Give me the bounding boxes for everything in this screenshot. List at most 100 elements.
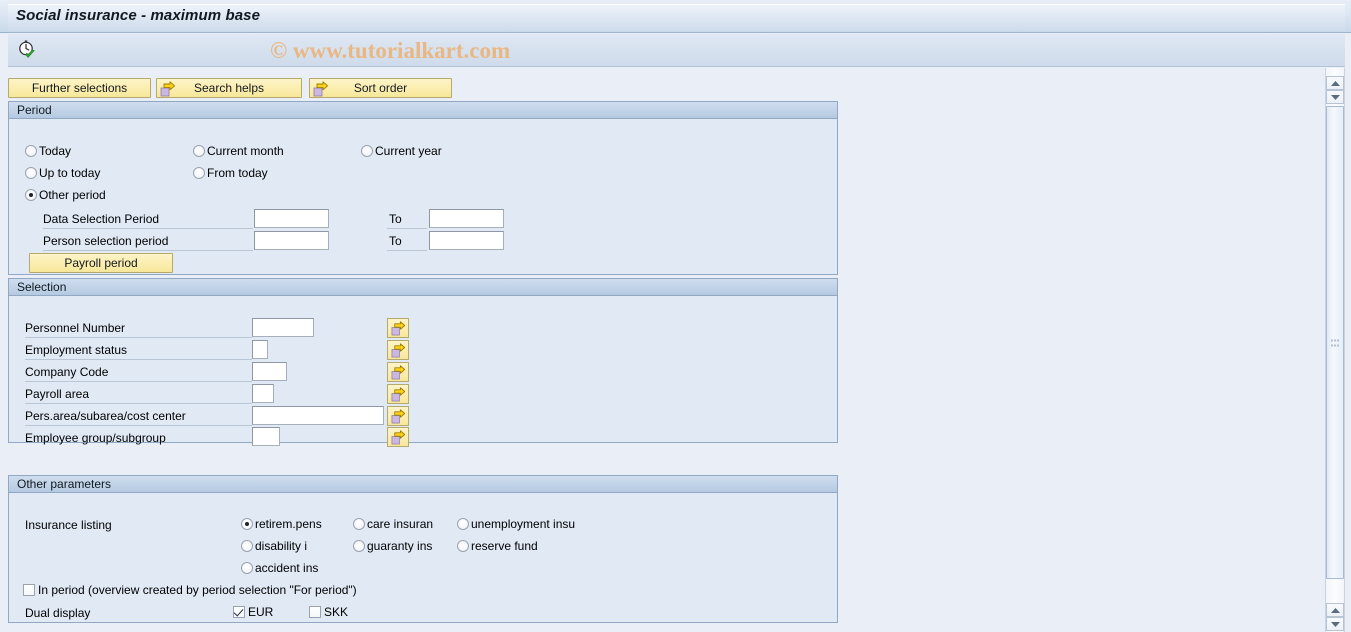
person-selection-period-to-input[interactable] [429, 231, 504, 250]
radio-disability-i[interactable]: disability i [241, 539, 307, 553]
search-helps-button[interactable]: Search helps [156, 78, 302, 98]
selection-group-body: Personnel Number Employment status Compa… [9, 296, 837, 447]
watermark-text: © www.tutorialkart.com [270, 38, 511, 63]
radio-circle [361, 145, 373, 157]
data-selection-period-from-input[interactable] [254, 209, 329, 228]
radio-circle [241, 518, 253, 530]
selection-group-title: Selection [9, 279, 837, 296]
dual-display-eur-checkbox[interactable]: EUR [233, 605, 273, 619]
other-parameters-group: Other parameters Insurance listing retir… [8, 475, 838, 623]
radio-circle [25, 145, 37, 157]
payroll-area-input[interactable] [252, 384, 274, 403]
radio-circle [457, 518, 469, 530]
radio-current-month[interactable]: Current month [193, 144, 284, 158]
personnel-number-input[interactable] [252, 318, 314, 337]
radio-circle [241, 562, 253, 574]
scroll-up-button-bottom[interactable] [1326, 603, 1344, 617]
pers-area-subarea-cost-center-input[interactable] [252, 406, 384, 425]
checkbox-square [233, 606, 245, 618]
pers-area-subarea-cost-center-label: Pers.area/subarea/cost center [25, 409, 186, 423]
radio-circle [25, 167, 37, 179]
radio-guaranty-ins[interactable]: guaranty ins [353, 539, 432, 553]
radio-label: Other period [39, 188, 106, 202]
other-parameters-group-body: Insurance listing retirem.pens care insu… [9, 493, 837, 622]
radio-care-insuran[interactable]: care insuran [353, 517, 433, 531]
dual-display-label: Dual display [25, 606, 91, 620]
triangle-down-icon [1330, 94, 1340, 100]
data-selection-period-to-input[interactable] [429, 209, 504, 228]
radio-label: guaranty ins [367, 539, 433, 553]
radio-label: Current month [207, 144, 284, 158]
selection-group: Selection Personnel Number Employment st… [8, 278, 838, 447]
radio-today[interactable]: Today [25, 144, 71, 158]
scrollbar-grip [1331, 339, 1339, 346]
field-underline [387, 228, 427, 229]
sort-order-button[interactable]: Sort order [309, 78, 452, 98]
payroll-area-multi-select-button[interactable] [387, 384, 409, 404]
radio-current-year[interactable]: Current year [361, 144, 442, 158]
dual-display-skk-checkbox[interactable]: SKK [309, 605, 348, 619]
radio-circle [193, 167, 205, 179]
field-underline [43, 250, 253, 251]
scroll-up-button-top[interactable] [1326, 76, 1344, 90]
page-title: Social insurance - maximum base [16, 7, 261, 24]
payroll-period-button[interactable]: Payroll period [29, 253, 173, 273]
yellow-arrow-icon [391, 386, 405, 401]
radio-label: Today [39, 144, 72, 158]
radio-circle [353, 540, 365, 552]
person-selection-period-label: Person selection period [43, 234, 169, 248]
checkbox-square [23, 584, 35, 596]
sap-selection-screen: Social insurance - maximum base © www.tu… [0, 0, 1351, 632]
radio-reserve-fund[interactable]: reserve fund [457, 539, 538, 553]
yellow-arrow-icon [391, 320, 405, 335]
radio-accident-ins[interactable]: accident ins [241, 561, 318, 575]
triangle-down-icon [1330, 621, 1340, 627]
further-selections-button[interactable]: Further selections [8, 78, 151, 98]
field-underline [387, 250, 427, 251]
company-code-input[interactable] [252, 362, 287, 381]
radio-label: unemployment insu [471, 517, 576, 531]
radio-circle [241, 540, 253, 552]
sort-order-label: Sort order [353, 81, 408, 95]
field-underline [25, 425, 252, 426]
application-toolbar: © www.tutorialkart.com [8, 34, 1345, 67]
radio-other-period[interactable]: Other period [25, 188, 106, 202]
person-selection-period-to-label: To [389, 234, 402, 248]
scroll-down-button-top[interactable] [1326, 90, 1344, 104]
clock-check-icon[interactable] [14, 38, 40, 62]
triangle-up-icon [1330, 607, 1340, 613]
search-helps-label: Search helps [193, 81, 265, 95]
radio-up-to-today[interactable]: Up to today [25, 166, 100, 180]
person-selection-period-from-input[interactable] [254, 231, 329, 250]
employment-status-input[interactable] [252, 340, 268, 359]
field-underline [25, 359, 252, 360]
company-code-multi-select-button[interactable] [387, 362, 409, 382]
radio-circle [25, 189, 37, 201]
radio-unemployment-insu[interactable]: unemployment insu [457, 517, 575, 531]
yellow-arrow-icon [391, 429, 405, 444]
payroll-period-label: Payroll period [64, 256, 138, 270]
period-group-title: Period [9, 102, 837, 119]
radio-label: disability i [255, 539, 308, 553]
other-parameters-group-title: Other parameters [9, 476, 837, 493]
radio-from-today[interactable]: From today [193, 166, 268, 180]
scrollbar-thumb[interactable] [1326, 106, 1344, 579]
radio-label: reserve fund [471, 539, 538, 553]
in-period-label: In period (overview created by period se… [38, 583, 357, 597]
radio-label: retirem.pens [255, 517, 322, 531]
employee-group-subgroup-input[interactable] [252, 427, 280, 446]
employment-status-multi-select-button[interactable] [387, 340, 409, 360]
radio-label: Up to today [39, 166, 101, 180]
personnel-number-multi-select-button[interactable] [387, 318, 409, 338]
employee-group-multi-select-button[interactable] [387, 427, 409, 447]
eur-label: EUR [248, 605, 274, 619]
in-period-checkbox[interactable]: In period (overview created by period se… [23, 583, 357, 597]
radio-retirem-pens[interactable]: retirem.pens [241, 517, 322, 531]
radio-circle [193, 145, 205, 157]
vertical-scrollbar[interactable] [1313, 68, 1351, 632]
period-group: Period Today Current month Current year [8, 101, 838, 275]
scroll-down-button-bottom[interactable] [1326, 617, 1344, 631]
pers-area-multi-select-button[interactable] [387, 406, 409, 426]
yellow-arrow-icon [160, 81, 176, 97]
radio-label: Current year [375, 144, 442, 158]
